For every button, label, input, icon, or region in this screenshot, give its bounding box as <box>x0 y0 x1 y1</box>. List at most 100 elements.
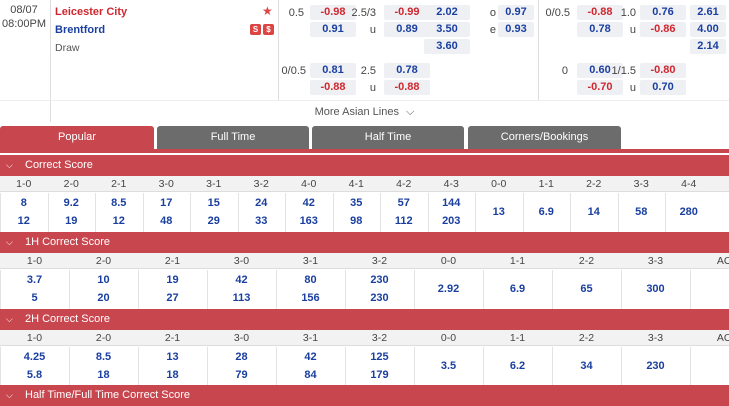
score-odd[interactable]: 58 <box>618 206 666 218</box>
score-odd[interactable]: 113 <box>207 292 276 304</box>
section-header-htft[interactable]: ⌵ Half Time/Full Time Correct Score <box>0 385 729 406</box>
score-odd[interactable]: 80 <box>276 274 345 286</box>
score-odd[interactable]: 203 <box>428 215 476 227</box>
even-odd[interactable]: 0.93 <box>498 22 534 37</box>
score-odd[interactable]: 179 <box>345 369 414 381</box>
score-odd[interactable]: 98 <box>333 215 381 227</box>
score-odd[interactable]: 35 <box>333 197 381 209</box>
score-odd[interactable]: 48 <box>143 215 191 227</box>
1x2-draw-odd[interactable]: 3.60 <box>424 39 470 54</box>
score-odd[interactable]: 156 <box>276 292 345 304</box>
ah2-home-odd[interactable]: 0.81 <box>310 63 356 78</box>
score-odd[interactable]: 57 <box>380 197 428 209</box>
score-odd[interactable]: 17 <box>143 197 191 209</box>
score-odd[interactable]: 112 <box>380 215 428 227</box>
score-odd[interactable]: 29 <box>190 215 238 227</box>
score-header: 1-1 <box>509 332 526 344</box>
score-odd[interactable]: 18 <box>138 369 207 381</box>
ht-ah-away-odd[interactable]: 0.78 <box>577 22 623 37</box>
ht-ou2-under-odd[interactable]: 0.70 <box>640 80 686 95</box>
score-odd[interactable]: 163 <box>285 215 333 227</box>
score-odd[interactable]: 19 <box>138 274 207 286</box>
more-asian-lines-button[interactable]: More Asian Lines ⌵ <box>0 100 729 122</box>
score-odd[interactable]: 19 <box>48 215 96 227</box>
score-odd[interactable]: 13 <box>475 206 523 218</box>
score-odd[interactable]: 3.7 <box>0 274 69 286</box>
column-divider <box>690 347 691 389</box>
score-header-row: 1-0 2-0 2-1 3-0 3-1 3-2 0-0 1-1 2-2 3-3 AO <box>0 330 729 346</box>
score-odd[interactable]: 2.92 <box>414 283 483 295</box>
score-odd[interactable]: 230 <box>345 292 414 304</box>
ou2-over-odd[interactable]: 0.78 <box>384 63 430 78</box>
score-odd[interactable]: 24 <box>238 197 286 209</box>
cashout-icon[interactable]: $ <box>263 24 274 35</box>
score-odd[interactable]: 65 <box>552 283 621 295</box>
score-header: 3-1 <box>302 255 319 267</box>
score-odd[interactable]: 125 <box>345 351 414 363</box>
score-odd[interactable]: 33 <box>238 215 286 227</box>
score-odd[interactable]: 20 <box>69 292 138 304</box>
score-odd[interactable]: 42 <box>207 274 276 286</box>
score-header: 2-1 <box>111 178 127 190</box>
tab-corners-bookings[interactable]: Corners/Bookings <box>468 126 621 149</box>
score-odd[interactable]: 4.25 <box>0 351 69 363</box>
ht-ou2-over-odd[interactable]: -0.80 <box>640 63 686 78</box>
score-odd[interactable]: 34 <box>552 360 621 372</box>
score-header-row: 1-0 2-0 2-1 3-0 3-1 3-2 0-0 1-1 2-2 3-3 AO <box>0 253 729 269</box>
home-team[interactable]: Leicester City <box>55 6 127 18</box>
odd-odd[interactable]: 0.97 <box>498 5 534 20</box>
ht-1x2-home-odd[interactable]: 2.61 <box>690 5 726 20</box>
section-header-correct-score[interactable]: ⌵ Correct Score <box>0 155 729 176</box>
score-odd[interactable]: 79 <box>207 369 276 381</box>
score-odd[interactable]: 6.9 <box>523 206 571 218</box>
score-header: 3-3 <box>633 178 649 190</box>
away-team[interactable]: Brentford <box>55 24 105 36</box>
score-odd[interactable]: 230 <box>345 274 414 286</box>
score-odd[interactable]: 10 <box>69 274 138 286</box>
score-odd[interactable]: 14 <box>570 206 618 218</box>
section-header-2h-correct-score[interactable]: ⌵ 2H Correct Score <box>0 309 729 330</box>
score-odd[interactable]: 12 <box>95 215 143 227</box>
ht-1x2-draw-odd[interactable]: 2.14 <box>690 39 726 54</box>
score-odd[interactable]: 144 <box>428 197 476 209</box>
ht-ou-under-odd[interactable]: -0.86 <box>640 22 686 37</box>
1x2-away-odd[interactable]: 3.50 <box>424 22 470 37</box>
score-odd[interactable]: 5.8 <box>0 369 69 381</box>
score-odd[interactable]: 13 <box>138 351 207 363</box>
tab-half-time[interactable]: Half Time <box>312 126 464 149</box>
score-odd[interactable]: 28 <box>207 351 276 363</box>
ht-ah2-away-odd[interactable]: -0.70 <box>577 80 623 95</box>
ah-away-odd[interactable]: 0.91 <box>310 22 356 37</box>
score-odd[interactable]: 3.5 <box>414 360 483 372</box>
score-odd[interactable]: 300 <box>621 283 690 295</box>
score-odd[interactable]: 8.5 <box>69 351 138 363</box>
favorite-star-icon[interactable]: ★ <box>262 4 273 18</box>
score-odd[interactable]: 42 <box>276 351 345 363</box>
1x2-home-odd[interactable]: 2.02 <box>424 5 470 20</box>
score-odd[interactable]: 9.2 <box>48 197 96 209</box>
score-odd[interactable]: 280 <box>665 206 713 218</box>
ht-ou2-line: 1/1.5 <box>611 65 636 77</box>
score-odd[interactable]: 12 <box>0 215 48 227</box>
section-header-1h-correct-score[interactable]: ⌵ 1H Correct Score <box>0 232 729 253</box>
score-odd[interactable]: 5 <box>0 292 69 304</box>
tab-popular[interactable]: Popular <box>0 126 154 149</box>
ou2-under-odd[interactable]: -0.88 <box>384 80 430 95</box>
score-odd[interactable]: 42 <box>285 197 333 209</box>
ou2-under-label: u <box>369 82 376 94</box>
stats-icon[interactable]: S <box>250 24 261 35</box>
ht-ah2-line: 0 <box>561 65 568 77</box>
tab-full-time[interactable]: Full Time <box>157 126 309 149</box>
score-odd[interactable]: 8 <box>0 197 48 209</box>
ah2-away-odd[interactable]: -0.88 <box>310 80 356 95</box>
ht-ou-over-odd[interactable]: 0.76 <box>640 5 686 20</box>
score-odd[interactable]: 84 <box>276 369 345 381</box>
score-odd[interactable]: 230 <box>621 360 690 372</box>
score-odd[interactable]: 6.2 <box>483 360 552 372</box>
ht-1x2-away-odd[interactable]: 4.00 <box>690 22 726 37</box>
score-odd[interactable]: 18 <box>69 369 138 381</box>
score-odd[interactable]: 8.5 <box>95 197 143 209</box>
score-odd[interactable]: 27 <box>138 292 207 304</box>
score-odd[interactable]: 6.9 <box>483 283 552 295</box>
score-odd[interactable]: 15 <box>190 197 238 209</box>
